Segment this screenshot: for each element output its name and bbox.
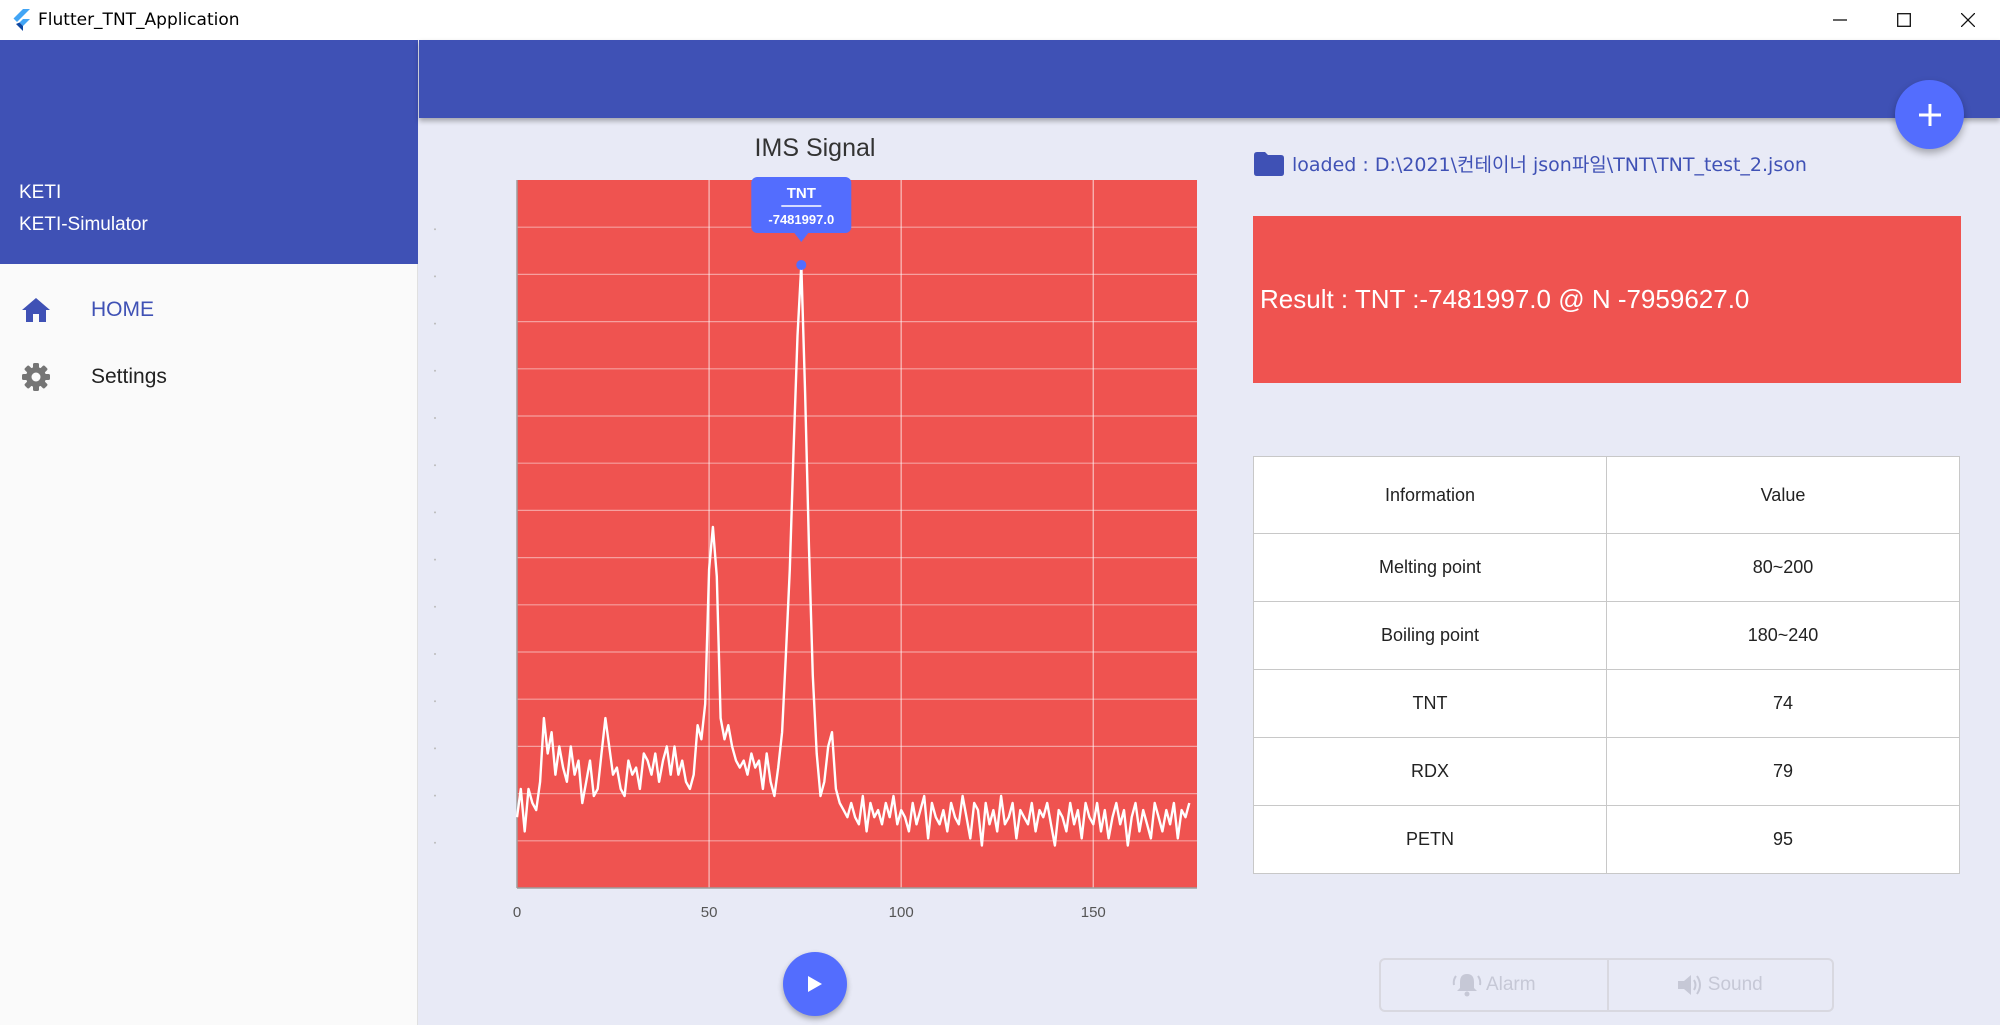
maximize-button[interactable] — [1872, 0, 1936, 40]
table-row: PETN 95 — [1253, 805, 1960, 874]
table-row: Boiling point 180~240 — [1253, 601, 1960, 670]
close-icon — [1961, 13, 1975, 27]
drawer-header-subtitle: KETI-Simulator — [19, 214, 148, 235]
close-button[interactable] — [1936, 0, 2000, 40]
highlighted-point — [796, 259, 807, 270]
folder-icon — [1254, 151, 1284, 177]
table-cell-info: Melting point — [1253, 533, 1607, 602]
alarm-label: Alarm — [1485, 974, 1536, 995]
y-axis-mark — [434, 369, 436, 372]
table-cell-value: 79 — [1606, 737, 1960, 806]
y-axis-mark — [434, 558, 436, 561]
table-row: Melting point 80~200 — [1253, 533, 1960, 602]
drawer-header: KETI KETI-Simulator — [0, 40, 418, 264]
x-tick-label: 100 — [889, 904, 914, 921]
table-cell-value: 74 — [1606, 669, 1960, 738]
alarm-bell-icon — [1452, 972, 1482, 998]
y-axis-mark — [434, 464, 436, 467]
app-bar — [419, 40, 2000, 118]
result-banner: Result : TNT :-7481997.0 @ N -7959627.0 — [1253, 216, 1961, 383]
flutter-logo-icon — [8, 7, 34, 33]
window-title: Flutter_TNT_Application — [38, 10, 240, 30]
table-header-value: Value — [1606, 456, 1960, 534]
drawer-header-title: KETI — [19, 182, 62, 203]
sidebar-drawer: KETI KETI-Simulator HOME Settings — [0, 40, 418, 1025]
sidebar-item-home[interactable]: HOME — [0, 278, 418, 342]
alert-toggle-group: Alarm Sound — [1379, 958, 1834, 1012]
table-cell-info: TNT — [1253, 669, 1607, 738]
tooltip-title: TNT — [787, 185, 816, 202]
y-axis-mark — [434, 747, 436, 750]
y-axis-mark — [434, 275, 436, 278]
play-icon — [808, 976, 822, 992]
sidebar-item-label: HOME — [91, 298, 154, 321]
y-axis-mark — [434, 605, 436, 608]
table-header-row: Information Value — [1253, 456, 1960, 534]
table-row: RDX 79 — [1253, 737, 1960, 806]
chart-title: IMS Signal — [754, 134, 876, 162]
tooltip-value: -7481997.0 — [768, 212, 834, 227]
plus-icon — [1918, 103, 1941, 126]
information-table: Information Value Melting point 80~200 B… — [1253, 456, 1960, 874]
loaded-file-path: loaded : D:\2021\컨테이너 json파일\TNT\TNT_tes… — [1254, 150, 1807, 177]
y-axis-mark — [434, 228, 436, 231]
volume-icon — [1677, 973, 1704, 997]
sidebar-item-settings[interactable]: Settings — [0, 345, 418, 409]
y-axis-mark — [434, 653, 436, 655]
table-cell-value: 180~240 — [1606, 601, 1960, 670]
result-text: Result : TNT :-7481997.0 @ N -7959627.0 — [1260, 284, 1750, 314]
table-cell-value: 95 — [1606, 805, 1960, 874]
alarm-button[interactable]: Alarm — [1381, 960, 1607, 1010]
table-header-information: Information — [1253, 456, 1607, 534]
table-cell-info: PETN — [1253, 805, 1607, 874]
ims-signal-chart: 0 50 100 150 TNT -7481997.0 — [434, 176, 1197, 921]
sidebar-item-label: Settings — [91, 365, 167, 388]
maximize-icon — [1897, 13, 1911, 27]
minimize-button[interactable] — [1808, 0, 1872, 40]
y-axis-mark — [434, 417, 436, 419]
title-bar: Flutter_TNT_Application — [0, 0, 2000, 40]
add-button[interactable] — [1895, 80, 1964, 149]
play-button[interactable] — [783, 952, 847, 1016]
home-icon — [20, 294, 52, 326]
table-cell-info: Boiling point — [1253, 601, 1607, 670]
gear-icon — [20, 361, 52, 393]
table-cell-value: 80~200 — [1606, 533, 1960, 602]
y-axis-mark — [434, 322, 436, 325]
y-axis-mark — [434, 794, 436, 797]
table-row: TNT 74 — [1253, 669, 1960, 738]
loaded-path-text: loaded : D:\2021\컨테이너 json파일\TNT\TNT_tes… — [1292, 154, 1807, 176]
x-tick-label: 0 — [513, 904, 521, 921]
sound-label: Sound — [1707, 974, 1763, 995]
x-tick-label: 50 — [701, 904, 718, 921]
window-controls — [1808, 0, 2000, 40]
x-tick-label: 150 — [1081, 904, 1106, 921]
minimize-icon — [1833, 19, 1847, 21]
sound-button[interactable]: Sound — [1606, 960, 1833, 1010]
table-cell-info: RDX — [1253, 737, 1607, 806]
y-axis-mark — [434, 841, 436, 844]
y-axis-mark — [434, 700, 436, 703]
y-axis-mark — [434, 511, 436, 514]
